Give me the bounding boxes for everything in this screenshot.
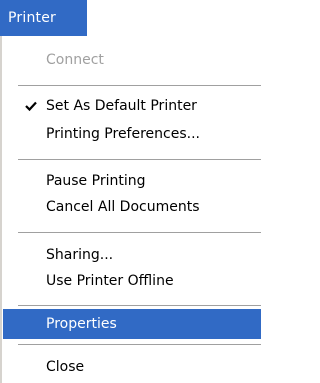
- menu-item-connect: Connect: [3, 45, 261, 75]
- menu-item-label: Cancel All Documents: [46, 199, 200, 215]
- menu-item-label: Set As Default Printer: [46, 98, 197, 114]
- menu-separator: [18, 344, 261, 346]
- menu-item-label: Close: [46, 359, 85, 375]
- menu-separator: [18, 159, 261, 161]
- menu-item-properties[interactable]: Properties: [3, 309, 261, 339]
- menu-item-set-as-default-printer[interactable]: Set As Default Printer: [3, 91, 261, 121]
- menu-item-cancel-all-documents[interactable]: Cancel All Documents: [3, 192, 261, 222]
- menu-item-label: Properties: [46, 316, 117, 332]
- menu-item-label: Sharing...: [46, 247, 114, 263]
- menu-item-label: Use Printer Offline: [46, 273, 174, 289]
- menu-separator: [18, 232, 261, 234]
- menu-item-use-printer-offline[interactable]: Use Printer Offline: [3, 266, 261, 296]
- menu-item-close[interactable]: Close: [3, 352, 261, 382]
- checkmark-icon: [23, 91, 39, 121]
- menu-separator: [18, 305, 261, 307]
- menu-item-label: Printing Preferences...: [46, 126, 200, 142]
- printer-menu-title[interactable]: Printer: [0, 0, 87, 36]
- menu-item-printing-preferences[interactable]: Printing Preferences...: [3, 119, 261, 149]
- menu-item-label: Pause Printing: [46, 173, 146, 189]
- menu-separator: [18, 85, 261, 87]
- menu-item-label: Connect: [46, 52, 104, 68]
